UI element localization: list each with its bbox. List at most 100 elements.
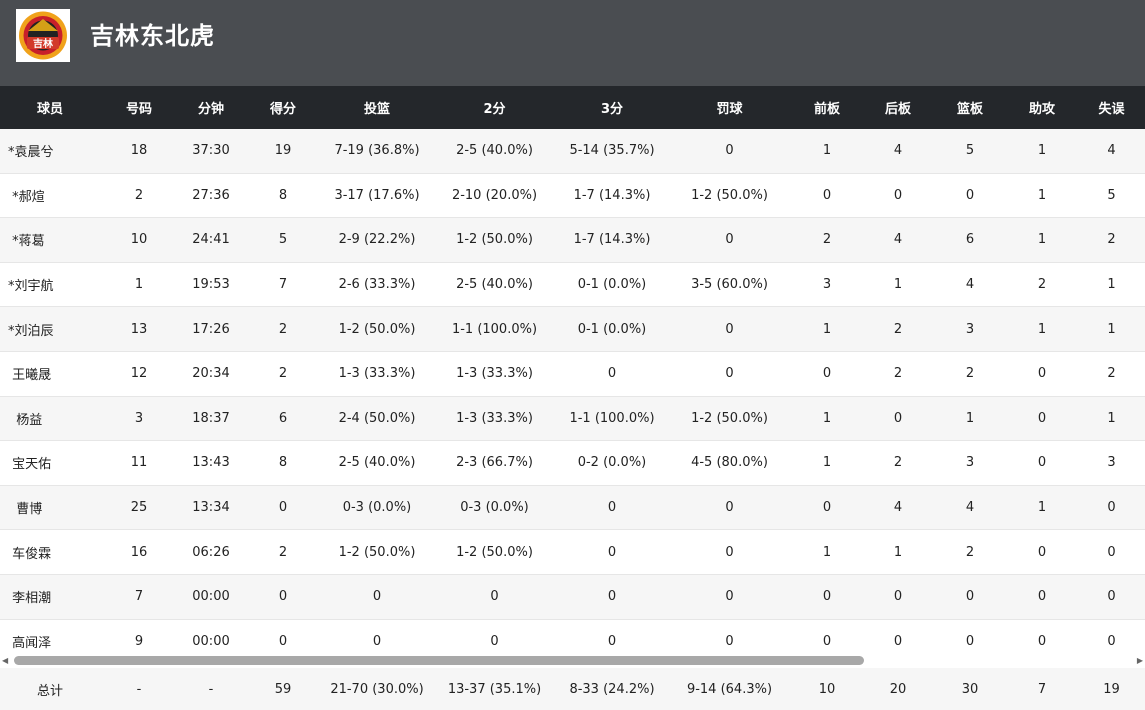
column-header[interactable]: 篮板	[934, 86, 1006, 129]
stat-cell: 0	[667, 217, 792, 263]
column-header[interactable]: 后板	[862, 86, 934, 129]
table-row: 曹博 25 13:34 0 0-3 (0.0%) 0-3 (0.0%) 0 0 0 4 4 1 0	[0, 485, 1145, 531]
totals-table: 总计 - -59 21-70 (30.0%) 13-37 (35.1%) 8-33 (24…	[0, 668, 1145, 710]
player-name[interactable]: 车俊霖	[0, 529, 100, 575]
player-name[interactable]: 曹博	[0, 485, 100, 531]
stat-cell: 4	[862, 485, 934, 531]
stat-cell: 1	[862, 529, 934, 575]
stat-cell: 2-9 (22.2%)	[322, 217, 432, 263]
stat-cell: 1	[862, 262, 934, 308]
stat-cell: 1	[1078, 262, 1145, 308]
column-header[interactable]: 2分	[432, 86, 557, 129]
table-row: 宝天佑 11 13:43 8 2-5 (40.0%) 2-3 (66.7%) 0-2 (0.…	[0, 440, 1145, 486]
column-header[interactable]: 投篮	[322, 86, 432, 129]
stat-cell: 2-5 (40.0%)	[432, 262, 557, 308]
player-name[interactable]: 宝天佑	[0, 440, 100, 486]
player-name[interactable]: *刘宇航	[0, 262, 100, 308]
table-row: 车俊霖 16 06:26 2 1-2 (50.0%) 1-2 (50.0%) 0 0 1 1 2 0 0	[0, 529, 1145, 575]
stat-cell: 13:34	[178, 485, 244, 531]
stat-cell: 0-2 (0.0%)	[557, 440, 667, 486]
stat-cell: 0	[1006, 440, 1078, 486]
stat-cell: 0	[862, 396, 934, 442]
column-header[interactable]: 失误	[1078, 86, 1145, 129]
table-row: 李相潮 7 00:00 0 0 0 0 0 0 0 0 0 0	[0, 574, 1145, 620]
stat-cell: 10	[100, 217, 178, 263]
stat-cell: 2	[100, 173, 178, 219]
player-stats-table: 球员 号码 分钟 得分 投篮 2分 3分 罚球 前板 后板 篮板 助攻 失误 *袁晨兮 1 8 37:30 19…	[0, 86, 1145, 665]
scroll-right-arrow-icon[interactable]: ▶	[1137, 656, 1143, 665]
horizontal-scrollbar[interactable]: ◀ ▶	[0, 653, 1145, 668]
column-header[interactable]: 分钟	[178, 86, 244, 129]
totals-cell: 59	[244, 668, 322, 710]
stat-cell: 17:26	[178, 306, 244, 352]
stat-cell: 0	[1006, 396, 1078, 442]
stat-cell: 2	[244, 351, 322, 397]
stat-cell: 1-2 (50.0%)	[322, 306, 432, 352]
column-header[interactable]: 助攻	[1006, 86, 1078, 129]
stat-cell: 1-1 (100.0%)	[432, 306, 557, 352]
column-header[interactable]: 得分	[244, 86, 322, 129]
stat-cell: 0	[667, 129, 792, 174]
totals-cell: 8-33 (24.2%)	[557, 668, 667, 710]
scrollbar-thumb[interactable]	[14, 656, 864, 665]
stat-cell: 37:30	[178, 129, 244, 174]
stat-cell: 1-2 (50.0%)	[322, 529, 432, 575]
totals-cell: -	[100, 668, 178, 710]
stat-cell: 0	[557, 351, 667, 397]
stat-cell: 5	[244, 217, 322, 263]
player-name[interactable]: 王曦晟	[0, 351, 100, 397]
totals-cell: 13-37 (35.1%)	[432, 668, 557, 710]
stat-cell: 1	[1006, 129, 1078, 174]
player-name[interactable]: *刘泊辰	[0, 306, 100, 352]
stat-cell: 1-1 (100.0%)	[557, 396, 667, 442]
column-header[interactable]: 前板	[792, 86, 862, 129]
stat-cell: 2-3 (66.7%)	[432, 440, 557, 486]
stat-cell: 4-5 (80.0%)	[667, 440, 792, 486]
stat-cell: 2-10 (20.0%)	[432, 173, 557, 219]
stat-cell: 13:43	[178, 440, 244, 486]
team-logo-emblem: 吉林	[19, 11, 67, 60]
column-header[interactable]: 罚球	[667, 86, 792, 129]
stat-cell: 19	[244, 129, 322, 174]
stat-cell: 12	[100, 351, 178, 397]
stat-cell: 2	[244, 529, 322, 575]
column-header[interactable]: 球员	[0, 86, 100, 129]
player-name[interactable]: 李相潮	[0, 574, 100, 620]
stat-cell: 1	[1006, 217, 1078, 263]
stat-cell: 2	[1078, 217, 1145, 263]
totals-cell: 7	[1006, 668, 1078, 710]
column-header[interactable]: 3分	[557, 86, 667, 129]
totals-cell: 9-14 (64.3%)	[667, 668, 792, 710]
player-name[interactable]: 杨益	[0, 396, 100, 442]
player-name[interactable]: *袁晨兮	[0, 129, 100, 174]
player-name[interactable]: *郝煊	[0, 173, 100, 219]
totals-cell: 21-70 (30.0%)	[322, 668, 432, 710]
stat-cell: 0	[1078, 485, 1145, 531]
stat-cell: 4	[1078, 129, 1145, 174]
column-header[interactable]: 号码	[100, 86, 178, 129]
stat-cell: 2-5 (40.0%)	[322, 440, 432, 486]
stat-cell: 0	[862, 173, 934, 219]
stat-cell: 2	[934, 351, 1006, 397]
stat-cell: 1-2 (50.0%)	[432, 217, 557, 263]
stat-cell: 1-3 (33.3%)	[432, 396, 557, 442]
stat-cell: 0	[1006, 574, 1078, 620]
stat-cell: 1	[792, 129, 862, 174]
totals-cell: 30	[934, 668, 1006, 710]
scroll-left-arrow-icon[interactable]: ◀	[2, 656, 8, 665]
table-row: *刘泊辰 13 17:26 2 1-2 (50.0%) 1-1 (100.0%) 0-1 (…	[0, 306, 1145, 352]
stat-cell: 2	[792, 217, 862, 263]
stat-cell: 0	[1006, 351, 1078, 397]
player-name[interactable]: *蒋葛	[0, 217, 100, 263]
stat-cell: 8	[244, 440, 322, 486]
stat-cell: 1	[934, 396, 1006, 442]
stat-cell: 06:26	[178, 529, 244, 575]
stat-cell: 1	[1006, 173, 1078, 219]
stat-cell: 2-6 (33.3%)	[322, 262, 432, 308]
stat-cell: 11	[100, 440, 178, 486]
stat-cell: 6	[244, 396, 322, 442]
stat-cell: 24:41	[178, 217, 244, 263]
table-row: *刘宇航 1 19:53 7 2-6 (33.3%) 2-5 (40.0%) 0-1 (0.…	[0, 262, 1145, 308]
stat-cell: 1-3 (33.3%)	[322, 351, 432, 397]
stat-cell: 0	[667, 485, 792, 531]
